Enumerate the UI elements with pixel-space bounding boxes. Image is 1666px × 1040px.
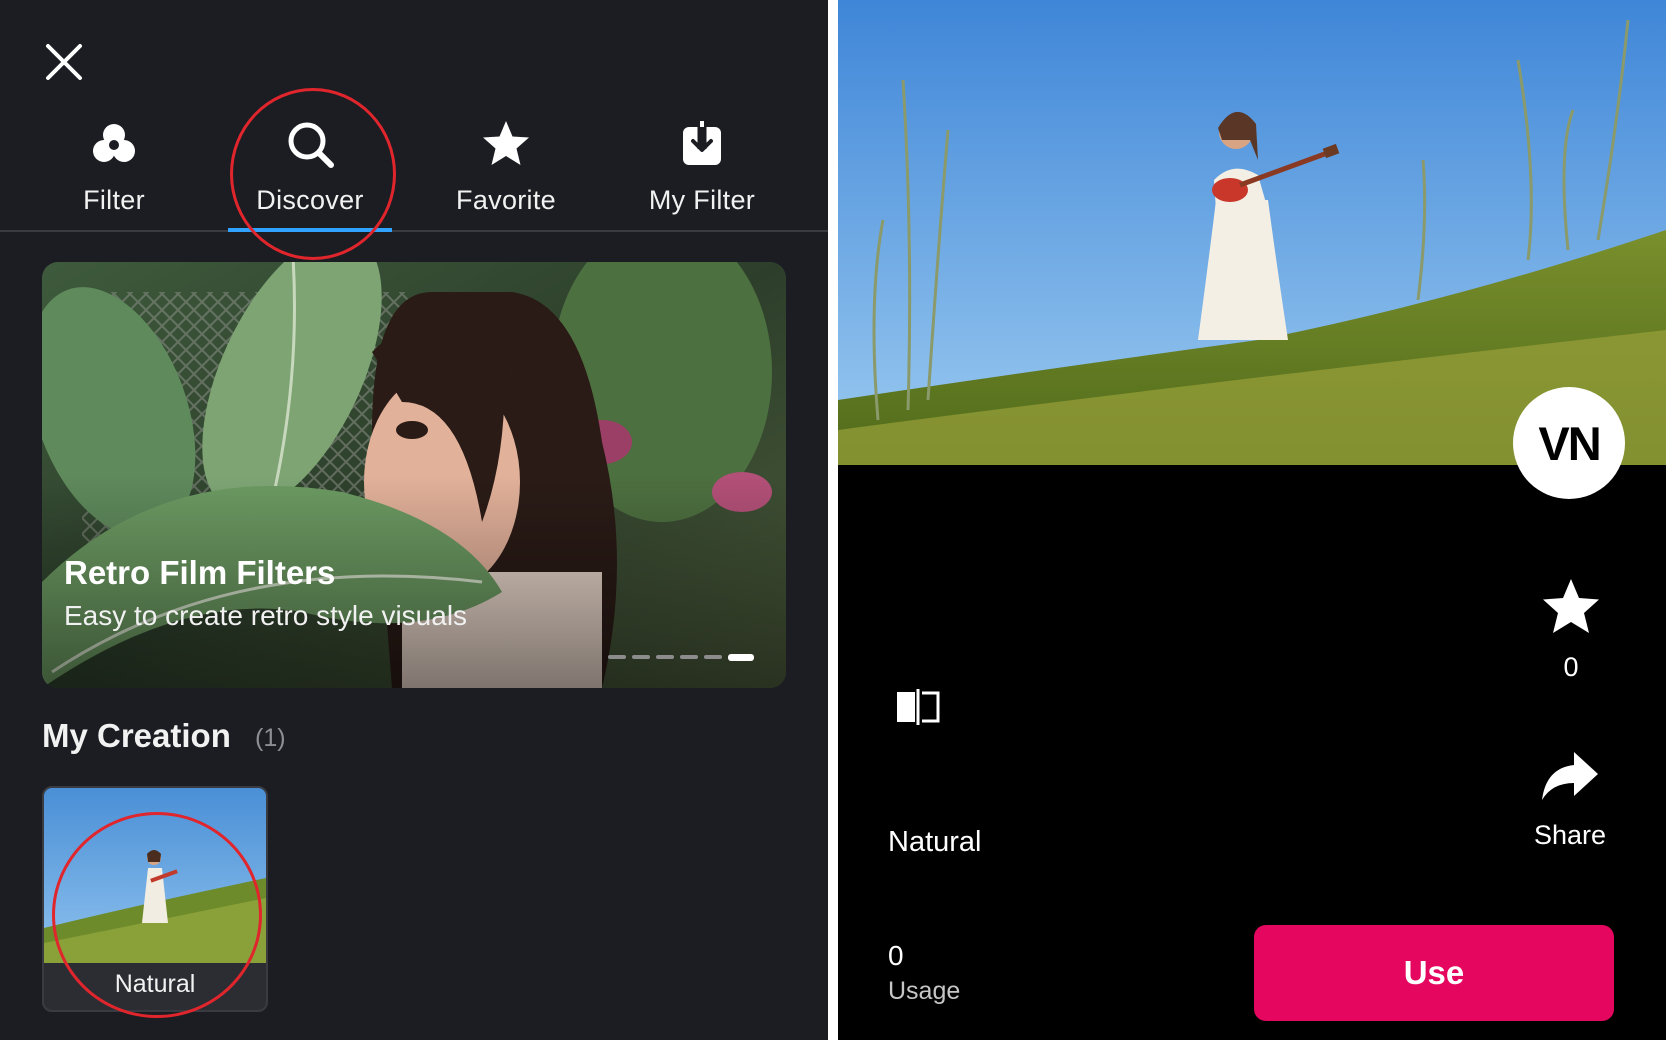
carousel-dot[interactable] — [680, 655, 698, 659]
creation-item-natural[interactable]: Natural — [42, 786, 268, 1012]
share-arrow-icon[interactable] — [1538, 748, 1600, 804]
my-creation-count: (1) — [255, 724, 286, 752]
tab-label: Favorite — [456, 185, 556, 215]
tab-label: Discover — [256, 185, 364, 215]
carousel-dot-active[interactable] — [728, 653, 754, 661]
vn-logo: VN — [1513, 387, 1625, 499]
my-creation-title: My Creation — [42, 717, 231, 754]
close-icon[interactable] — [40, 38, 88, 86]
carousel-dot[interactable] — [632, 655, 650, 659]
star-icon[interactable] — [1538, 575, 1604, 641]
share-label: Share — [1533, 820, 1607, 850]
carousel-dots[interactable] — [608, 653, 754, 661]
creation-thumbnail — [44, 788, 266, 963]
usage-label: Usage — [888, 977, 961, 1005]
use-button[interactable]: Use — [1254, 925, 1614, 1021]
filter-detail-panel: VN 0 Share Natural 0 Usage Use — [838, 0, 1666, 1040]
usage-count: 0 — [888, 940, 904, 971]
download-box-icon — [683, 121, 721, 165]
tab-label: My Filter — [648, 185, 756, 215]
tab-label: Filter — [83, 185, 145, 215]
banner-subtitle: Easy to create retro style visuals — [64, 600, 468, 631]
carousel-dot[interactable] — [656, 655, 674, 659]
tab-discover[interactable]: Discover — [212, 105, 408, 232]
tab-filter[interactable]: Filter — [16, 105, 212, 230]
creation-label: Natural — [114, 970, 196, 998]
tab-favorite[interactable]: Favorite — [408, 105, 604, 230]
favorite-count: 0 — [1563, 652, 1579, 682]
filter-circles-icon — [93, 124, 135, 162]
search-icon — [288, 122, 334, 168]
active-tab-indicator — [228, 228, 392, 232]
featured-banner[interactable]: Retro Film Filters Easy to create retro … — [42, 262, 786, 688]
banner-title: Retro Film Filters — [64, 554, 336, 591]
tab-my-filter[interactable]: My Filter — [604, 105, 800, 230]
star-icon — [483, 121, 529, 165]
carousel-dot[interactable] — [704, 655, 722, 659]
filter-browser-panel: Filter Discover Favorite My Filter Retro… — [0, 0, 828, 1040]
filter-name: Natural — [888, 826, 982, 858]
compare-split-icon[interactable] — [894, 687, 942, 727]
tab-bar: Filter Discover Favorite My Filter — [0, 105, 828, 232]
carousel-dot[interactable] — [608, 655, 626, 659]
